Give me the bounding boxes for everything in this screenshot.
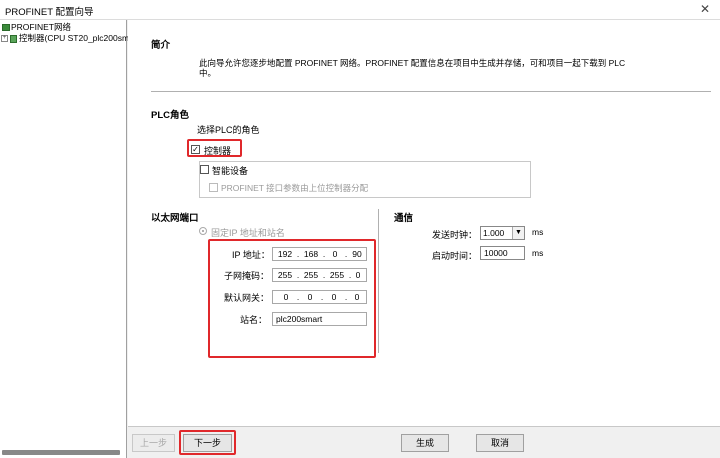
cancel-button[interactable]: 取消	[476, 434, 524, 452]
gateway-octet: 0	[331, 292, 337, 302]
horizontal-scrollbar[interactable]	[2, 450, 120, 455]
close-icon[interactable]: ✕	[700, 2, 710, 16]
ip-octet: 168	[303, 249, 319, 259]
network-icon	[2, 24, 10, 32]
send-clock-select[interactable]: 1.000 ▼	[480, 226, 525, 240]
subnet-mask-label: 子网掩码：	[224, 271, 270, 281]
ip-address-label: IP 地址：	[232, 250, 270, 260]
expand-icon[interactable]: +	[1, 35, 8, 43]
title-bar: PROFINET 配置向导 ✕	[0, 0, 720, 20]
divider	[151, 91, 711, 92]
intro-heading: 简介	[151, 40, 171, 51]
prev-button[interactable]: 上一步	[132, 434, 175, 452]
gateway-field[interactable]: 0 . 0 . 0 . 0	[272, 290, 367, 304]
startup-time-unit: ms	[532, 248, 544, 258]
intro-text-cont: 中。	[199, 68, 217, 78]
startup-time-field[interactable]: 10000	[480, 246, 525, 260]
gateway-octet: 0	[283, 292, 289, 302]
subnet-octet: 255	[277, 270, 293, 280]
smart-device-checkbox[interactable]	[200, 165, 209, 174]
send-clock-value: 1.000	[483, 228, 505, 238]
highlight-controller	[187, 139, 242, 157]
subnet-mask-field[interactable]: 255 . 255 . 255 . 0	[272, 268, 367, 282]
window-title: PROFINET 配置向导	[5, 7, 94, 18]
section-divider	[378, 209, 379, 353]
subnet-octet: 0	[355, 270, 361, 280]
tree-item-label: 控制器(CPU ST20_plc200smart)	[19, 33, 142, 43]
wizard-content: 简介 此向导允许您逐步地配置 PROFINET 网络。PROFINET 配置信息…	[128, 20, 720, 458]
generate-button[interactable]: 生成	[401, 434, 449, 452]
station-name-label: 站名：	[240, 315, 268, 325]
gateway-octet: 0	[307, 292, 313, 302]
assign-by-controller-checkbox[interactable]	[209, 183, 218, 192]
gateway-octet: 0	[354, 292, 360, 302]
tree-item-label: PROFINET网络	[11, 22, 71, 32]
smart-device-label: 智能设备	[212, 166, 249, 176]
button-bar: 上一步 下一步 生成 取消	[128, 426, 720, 458]
assign-by-controller-label: PROFINET 接口参数由上位控制器分配	[221, 183, 369, 193]
station-name-field[interactable]: plc200smart	[272, 312, 367, 326]
ip-octet: 192	[277, 249, 293, 259]
ip-octet: 90	[352, 249, 362, 259]
comm-heading: 通信	[394, 213, 414, 224]
subnet-octet: 255	[303, 270, 319, 280]
tree-item-controller[interactable]: + 控制器(CPU ST20_plc200smart)	[1, 33, 142, 44]
plc-role-heading: PLC角色	[151, 110, 190, 121]
gateway-label: 默认网关：	[224, 293, 270, 303]
highlight-next	[179, 430, 236, 455]
fixed-ip-radio[interactable]	[199, 227, 207, 235]
send-clock-label: 发送时钟：	[432, 230, 478, 240]
fixed-ip-label: 固定IP 地址和站名	[211, 228, 285, 238]
send-clock-unit: ms	[532, 227, 544, 237]
chevron-down-icon[interactable]: ▼	[512, 227, 524, 239]
ethernet-heading: 以太网端口	[151, 213, 199, 224]
plc-role-prompt: 选择PLC的角色	[197, 125, 260, 135]
tree-item-profinet-network[interactable]: PROFINET网络	[2, 22, 71, 33]
intro-text: 此向导允许您逐步地配置 PROFINET 网络。PROFINET 配置信息在项目…	[199, 58, 626, 68]
ip-address-field[interactable]: 192 . 168 . 0 . 90	[272, 247, 367, 261]
startup-time-label: 启动时间：	[432, 251, 478, 261]
subnet-octet: 255	[329, 270, 345, 280]
plc-icon	[10, 34, 17, 43]
navigation-tree: PROFINET网络 + 控制器(CPU ST20_plc200smart)	[0, 20, 142, 458]
ip-octet: 0	[332, 249, 338, 259]
